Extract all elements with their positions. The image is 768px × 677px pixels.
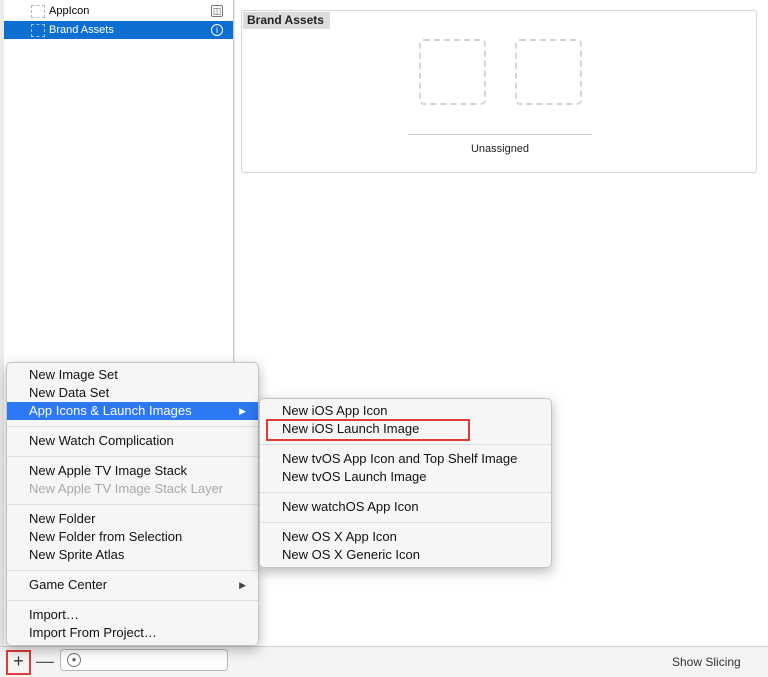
slot-group-label: Unassigned xyxy=(470,143,530,155)
menu-separator xyxy=(260,522,551,523)
menu-item-label: App Icons & Launch Images xyxy=(29,403,192,418)
submenu-arrow-icon: ▶ xyxy=(239,580,246,590)
menu-item-app-icons-launch-images[interactable]: App Icons & Launch Images ▶ xyxy=(7,402,258,420)
asset-row-label: AppIcon xyxy=(49,5,90,17)
submenu-arrow-icon: ▶ xyxy=(239,406,246,416)
menu-item-new-tvos-app-icon[interactable]: New tvOS App Icon and Top Shelf Image xyxy=(260,450,551,468)
menu-item-new-ios-app-icon[interactable]: New iOS App Icon xyxy=(260,402,551,420)
menu-item-new-osx-app-icon[interactable]: New OS X App Icon xyxy=(260,528,551,546)
asset-thumbnail-icon xyxy=(31,5,45,18)
menu-item-new-sprite-atlas[interactable]: New Sprite Atlas xyxy=(7,546,258,564)
app-icon-badge-icon: ◫ xyxy=(211,5,223,17)
menu-separator xyxy=(260,444,551,445)
image-slot[interactable] xyxy=(515,39,582,105)
app-icons-submenu: New iOS App Icon New iOS Launch Image Ne… xyxy=(259,398,552,568)
asset-thumbnail-icon xyxy=(31,24,45,37)
menu-item-game-center[interactable]: Game Center ▶ xyxy=(7,576,258,594)
menu-item-new-tvos-launch-image[interactable]: New tvOS Launch Image xyxy=(260,468,551,486)
menu-item-new-data-set[interactable]: New Data Set xyxy=(7,384,258,402)
filter-input[interactable]: ● xyxy=(60,649,228,671)
brand-assets-group: Brand Assets Unassigned xyxy=(241,10,757,173)
menu-separator xyxy=(260,492,551,493)
asset-row-brand-assets[interactable]: Brand Assets i xyxy=(4,21,233,39)
menu-separator xyxy=(7,504,258,505)
menu-item-new-folder-from-selection[interactable]: New Folder from Selection xyxy=(7,528,258,546)
menu-item-import-from-project[interactable]: Import From Project… xyxy=(7,624,258,642)
menu-item-new-folder[interactable]: New Folder xyxy=(7,510,258,528)
menu-item-new-image-set[interactable]: New Image Set xyxy=(7,366,258,384)
slot-divider xyxy=(408,134,592,135)
menu-separator xyxy=(7,600,258,601)
info-badge-icon: i xyxy=(211,24,223,36)
menu-separator xyxy=(7,570,258,571)
asset-row-appicon[interactable]: AppIcon ◫ xyxy=(4,2,233,20)
menu-separator xyxy=(7,456,258,457)
menu-item-new-apple-tv-image-stack[interactable]: New Apple TV Image Stack xyxy=(7,462,258,480)
menu-item-label: Game Center xyxy=(29,577,108,592)
show-slicing-button[interactable]: Show Slicing xyxy=(672,655,741,669)
menu-item-new-watch-complication[interactable]: New Watch Complication xyxy=(7,432,258,450)
menu-item-new-osx-generic-icon[interactable]: New OS X Generic Icon xyxy=(260,546,551,564)
menu-item-new-apple-tv-image-stack-layer: New Apple TV Image Stack Layer xyxy=(29,481,224,496)
image-slot[interactable] xyxy=(419,39,486,105)
add-asset-menu: New Image Set New Data Set App Icons & L… xyxy=(6,362,259,646)
filter-icon: ● xyxy=(67,653,81,667)
add-asset-button[interactable]: + xyxy=(6,650,31,675)
asset-row-label: Brand Assets xyxy=(49,24,114,36)
remove-asset-button[interactable]: — xyxy=(36,650,54,674)
menu-separator xyxy=(7,426,258,427)
annotation-highlight-box xyxy=(266,419,470,441)
menu-item-new-watchos-app-icon[interactable]: New watchOS App Icon xyxy=(260,498,551,516)
brand-assets-title: Brand Assets xyxy=(243,12,330,29)
menu-item-import[interactable]: Import… xyxy=(7,606,258,624)
